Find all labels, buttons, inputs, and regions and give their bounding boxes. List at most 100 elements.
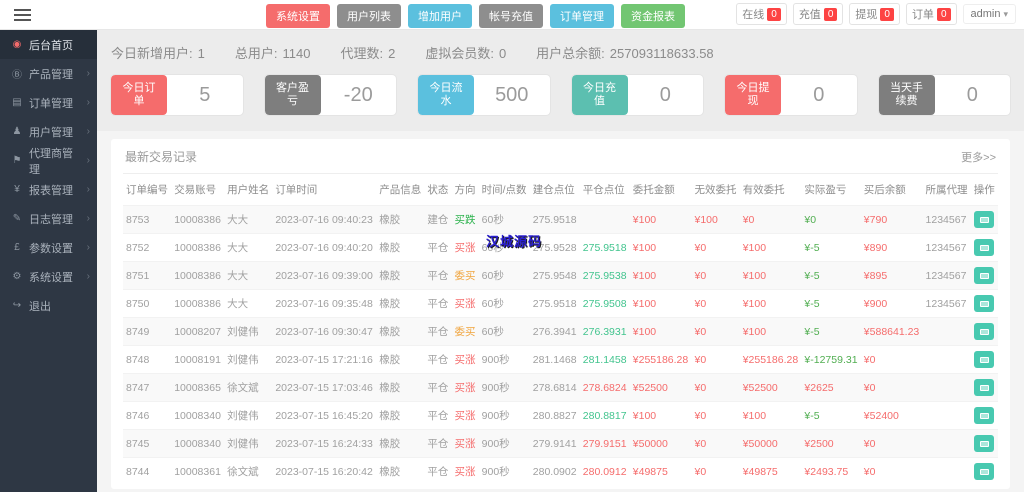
order-detail-button[interactable] [974,295,995,312]
order-detail-button[interactable] [974,239,995,256]
cell-name: 刘健伟 [224,401,273,430]
sidebar-item[interactable]: £ 参数设置 › [0,233,97,262]
cell-product: 橡胶 [376,261,425,290]
cell-balance: ¥0 [860,457,923,485]
sidebar-item[interactable]: ▤ 订单管理 › [0,88,97,117]
cell-name: 刘健伟 [224,317,273,346]
cell-name: 徐文斌 [224,457,273,485]
sidebar-item[interactable]: ♟ 用户管理 › [0,117,97,146]
header-right: 在线 0 充值 0 提现 0 订单 0 admin ▾ [736,3,1016,25]
cell-balance: ¥790 [860,205,923,234]
table-row: 8745 10008340 刘健伟 2023-07-15 16:24:33 橡胶 平仓 买涨… [123,429,998,458]
sidebar-item[interactable]: ✎ 日志管理 › [0,204,97,233]
cell-open_pos: 279.9141 [529,429,580,458]
cell-direction: 买涨 [451,401,479,430]
cell-open_pos: 275.9548 [529,261,580,290]
cell-duration: 60秒 [478,261,530,290]
counter-pill[interactable]: 充值 0 [792,3,844,25]
sidebar-item[interactable]: ⚑ 代理商管理 › [0,146,97,176]
cell-time: 2023-07-16 09:40:20 [272,233,377,262]
cell-status: 平仓 [424,233,452,262]
sidebar-item[interactable]: ¥ 报表管理 › [0,175,97,204]
cell-action [970,317,998,346]
sidebar-item[interactable]: ⚙ 系统设置 › [0,262,97,291]
cell-invalid: ¥0 [691,457,740,485]
cell-balance: ¥588641.23 [860,317,923,346]
cell-duration: 900秒 [478,373,530,402]
counter-badge: 0 [767,7,781,21]
user-menu[interactable]: admin ▾ [962,4,1016,24]
cell-balance: ¥895 [860,261,923,290]
sidebar-item[interactable]: ◉ 后台首页 [0,30,97,59]
quick-button[interactable]: 用户列表 [337,4,401,28]
order-detail-button[interactable] [974,435,995,452]
reports-icon: ¥ [14,184,20,195]
counter-pill[interactable]: 订单 0 [905,3,957,25]
cell-invalid: ¥0 [691,429,740,458]
order-detail-button[interactable] [974,407,995,424]
cell-amount: ¥49875 [629,457,692,485]
order-detail-button[interactable] [974,211,995,228]
cell-time: 2023-07-15 16:20:42 [272,457,377,485]
cell-open_pos: 280.8827 [529,401,580,430]
column-header: 产品信息 [379,184,422,196]
cell-time: 2023-07-15 16:24:33 [272,429,377,458]
quick-button[interactable]: 帐号充值 [479,4,543,28]
table-row: 8750 10008386 大大 2023-07-16 09:35:48 橡胶 平仓 买涨 6… [123,289,998,318]
counter-pill[interactable]: 在线 0 [736,3,787,25]
order-detail-button[interactable] [974,351,995,368]
dashboard-icon: ◉ [12,39,22,50]
order-detail-button[interactable] [974,463,995,480]
stat-card: 客户盈亏 -20 [264,75,396,115]
cell-open_pos: 275.9518 [529,205,580,234]
detail-icon [979,384,989,391]
stats-bar: 今日新增用户: 1 总用户: 1140 代理数: 2 虚拟会员数: 0 用户总余额: 257093… [111,43,1010,62]
quick-button[interactable]: 增加用户 [408,4,472,28]
cell-direction: 委买 [451,317,479,346]
sidebar-item-label: 退出 [29,300,51,313]
chevron-right-icon: › [86,126,90,137]
column-header: 订单时间 [275,184,318,196]
table-row: 8752 10008386 大大 2023-07-16 09:40:20 橡胶 平仓 买涨 6… [123,233,998,262]
sidebar-toggle-icon[interactable] [14,9,31,21]
order-detail-button[interactable] [974,379,995,396]
cell-amount: ¥100 [629,205,692,234]
cell-agent: 1234567 [922,261,971,290]
cell-balance: ¥52400 [860,401,923,430]
cell-agent [922,345,971,374]
cell-pnl: ¥2625 [801,373,861,402]
cell-account: 10008386 [171,233,225,262]
cell-close_pos: 280.0912 [579,457,630,485]
order-detail-button[interactable] [974,323,995,340]
quick-button[interactable]: 系统设置 [266,4,330,28]
cell-close_pos: 275.9508 [579,289,630,318]
cell-name: 大大 [224,289,273,318]
cell-valid: ¥255186.28 [739,345,802,374]
cell-product: 橡胶 [376,401,425,430]
stat-card: 今日流水 500 [418,75,550,115]
cell-status: 建仓 [424,205,452,234]
quick-button[interactable]: 订单管理 [550,4,614,28]
counters: 在线 0 充值 0 提现 0 订单 0 [736,3,957,25]
quick-button[interactable]: 资金报表 [621,4,685,28]
cell-close_pos: 280.8817 [579,401,630,430]
counter-pill[interactable]: 提现 0 [849,3,900,25]
sidebar-item[interactable]: ↪ 退出 [0,291,97,320]
order-detail-button[interactable] [974,267,995,284]
stat-value: 0 [498,46,507,61]
cell-pnl: ¥-5 [801,261,861,290]
counter-badge: 0 [823,7,838,21]
cell-action [970,373,998,402]
cell-balance: ¥890 [860,233,923,262]
card-value: 0 [659,83,671,106]
card-label: 今日订单 [111,75,167,115]
sidebar: ◉ 后台首页 Ⓑ 产品管理 › ▤ 订单管理 › ♟ 用户管理 › ⚑ 代理商管理 › ¥ 报表管理 › ✎ 日志管… [0,30,97,492]
cell-account: 10008191 [171,345,225,374]
more-link[interactable]: 更多>> [961,149,996,165]
sidebar-item-label: 代理商管理 [29,147,73,176]
stat-label: 今日新增用户: [111,46,193,61]
counter-label: 充值 [798,9,821,21]
cell-duration: 900秒 [478,429,530,458]
sidebar-item-label: 报表管理 [29,184,73,197]
sidebar-item[interactable]: Ⓑ 产品管理 › [0,59,97,88]
